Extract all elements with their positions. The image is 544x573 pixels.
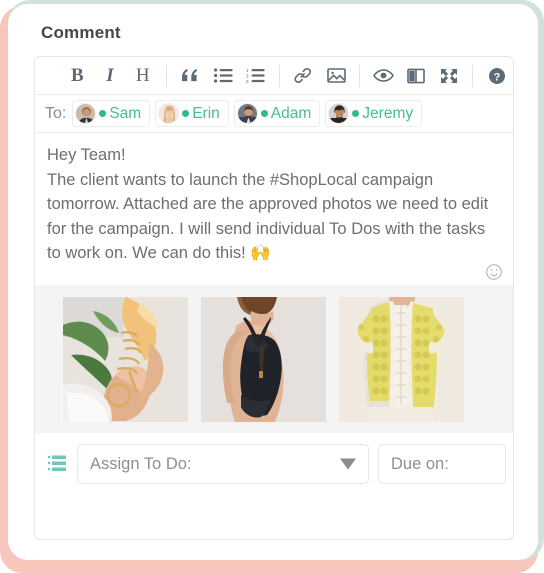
bulleted-list-icon[interactable]	[207, 61, 240, 91]
comment-editor: B I H 1 2 3 ? To: Sam Erin Adam Jeremy H…	[34, 56, 514, 540]
avatar	[236, 103, 258, 124]
comment-body[interactable]: Hey Team! The client wants to launch the…	[35, 133, 513, 285]
blockquote-icon[interactable]	[174, 61, 207, 91]
toolbar-divider	[166, 64, 167, 87]
toolbar-divider	[359, 64, 361, 87]
online-status-dot	[260, 110, 268, 117]
split-view-icon[interactable]	[400, 61, 433, 91]
link-icon[interactable]	[287, 61, 320, 91]
preview-eye-icon[interactable]	[367, 61, 400, 91]
svg-text:?: ?	[493, 71, 500, 83]
recipient-name: Sam	[109, 104, 142, 122]
attachment-rings-photo[interactable]	[63, 296, 188, 422]
emoji-picker-icon[interactable]	[485, 263, 503, 281]
bold-glyph: B	[70, 64, 84, 86]
help-icon[interactable]: ?	[480, 61, 513, 91]
attachment-strip	[35, 285, 513, 433]
online-status-dot	[182, 110, 190, 117]
comment-card: Comment B I H 1 2 3 ? To: Sam Erin Adam …	[8, 4, 538, 560]
recipient-name: Jeremy	[362, 104, 414, 122]
recipient-chip-sam[interactable]: Sam	[72, 100, 151, 127]
italic-icon[interactable]: I	[94, 61, 127, 91]
heading-icon[interactable]: H	[126, 61, 159, 91]
svg-text:1: 1	[246, 68, 249, 73]
svg-text:2: 2	[246, 74, 249, 79]
avatar	[328, 103, 350, 124]
fullscreen-icon[interactable]	[433, 61, 466, 91]
due-date-placeholder: Due on:	[391, 454, 449, 473]
recipient-chip-jeremy[interactable]: Jeremy	[325, 100, 423, 127]
due-date-field[interactable]: Due on:	[378, 444, 506, 484]
toolbar-divider	[472, 64, 474, 87]
numbered-list-icon[interactable]: 1 2 3	[239, 61, 272, 91]
assign-todo-select[interactable]: Assign To Do:	[77, 444, 369, 484]
online-status-dot	[99, 110, 107, 117]
recipient-name: Adam	[270, 104, 312, 122]
comment-text: Hey Team! The client wants to launch the…	[47, 146, 489, 262]
italic-glyph: I	[106, 64, 114, 86]
image-icon[interactable]	[320, 61, 353, 91]
toolbar-divider	[279, 64, 280, 87]
recipient-chip-adam[interactable]: Adam	[233, 100, 321, 127]
bold-icon[interactable]: B	[61, 61, 94, 91]
recipient-chip-erin[interactable]: Erin	[155, 100, 229, 127]
avatar	[75, 103, 97, 124]
recipient-name: Erin	[192, 104, 220, 122]
assign-todo-placeholder: Assign To Do:	[90, 454, 192, 473]
chevron-down-icon	[340, 458, 356, 470]
editor-toolbar: B I H 1 2 3 ?	[35, 57, 513, 95]
editor-footer: Assign To Do: Due on:	[35, 433, 513, 495]
recipients-label: To:	[45, 104, 67, 122]
page-title: Comment	[41, 23, 121, 42]
avatar	[158, 103, 180, 124]
screenshot-root: Comment B I H 1 2 3 ? To: Sam Erin Adam …	[0, 0, 544, 573]
recipients-row: To: Sam Erin Adam Jeremy	[35, 95, 513, 133]
attachment-swimsuit-photo[interactable]	[201, 296, 326, 422]
attachment-lace-top-photo[interactable]	[339, 296, 464, 422]
svg-text:3: 3	[246, 79, 249, 83]
heading-glyph: H	[135, 64, 150, 86]
todo-list-icon[interactable]	[48, 455, 68, 473]
online-status-dot	[352, 110, 360, 117]
